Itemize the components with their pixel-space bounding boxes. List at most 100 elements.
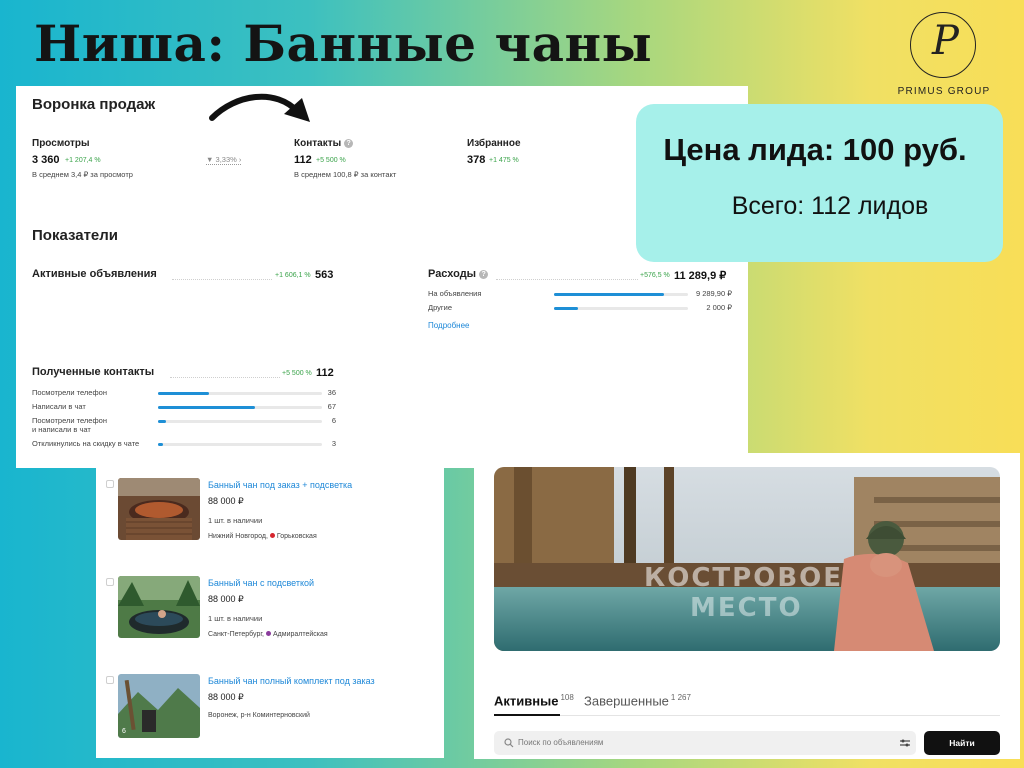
contact-bar-fill — [158, 406, 255, 409]
favorites-value: 378 — [467, 154, 486, 166]
contact-row-label: Написали в чат — [32, 402, 86, 411]
listing-photo[interactable] — [118, 478, 200, 540]
expense-bar — [554, 293, 688, 296]
contact-bar-fill — [158, 392, 209, 395]
views-label: Просмотры — [32, 138, 90, 149]
dotted-leader — [172, 279, 272, 280]
conversion-rate[interactable]: ▼ 3,33% › — [206, 155, 242, 165]
expense-row-value: 2 000 ₽ — [706, 303, 732, 312]
listing-stock: 1 шт. в наличии — [208, 516, 263, 525]
hero-photo: КОСТРОВОЕ МЕСТО — [494, 467, 1000, 651]
dotted-leader — [170, 377, 280, 378]
expense-bar-fill — [554, 293, 664, 296]
chevron-right-icon: › — [238, 155, 242, 164]
contacts-delta: +5 500 % — [316, 157, 346, 164]
listing-city: Воронеж, р-н Коминтерновский — [208, 712, 310, 719]
metro-icon — [269, 533, 275, 538]
search-icon — [504, 738, 514, 748]
primus-logo: P PRIMUS GROUP — [884, 8, 1004, 100]
received-contacts-label: Полученные контакты — [32, 366, 155, 378]
funnel-title: Воронка продаж — [32, 96, 156, 113]
expenses-label: Расходы? — [428, 268, 489, 280]
contact-bar-fill — [158, 420, 166, 423]
search-input[interactable]: Поиск по объявлениям — [494, 731, 916, 755]
contact-row-label: Посмотрели телефон — [32, 388, 107, 397]
listing-title[interactable]: Банный чан полный комплект под заказ — [208, 676, 375, 686]
search-button[interactable]: Найти — [924, 731, 1000, 755]
listings-panel: Банный чан под заказ + подсветка 88 000 … — [96, 466, 444, 758]
help-icon[interactable]: ? — [344, 139, 354, 148]
conversion-value: 3,33% — [215, 155, 237, 164]
tab-active-label: Активные — [494, 693, 559, 709]
listing-price: 88 000 ₽ — [208, 496, 244, 506]
lead-total: Всего: 112 лидов — [731, 192, 929, 220]
views-value: 3 360 — [32, 154, 60, 166]
contact-row-value: 67 — [327, 402, 336, 411]
listing-location: Нижний Новгород, Горьковская — [208, 533, 317, 540]
active-ads-delta: +1 606,1 % — [275, 272, 311, 279]
listing-title[interactable]: Банный чан под заказ + подсветка — [208, 480, 352, 490]
search-placeholder: Поиск по объявлениям — [518, 738, 604, 747]
tabs-divider — [494, 715, 1000, 716]
contact-row-label: Откликнулись на скидку в чате — [32, 439, 140, 448]
contacts-label-text: Контакты — [294, 138, 342, 149]
expense-row-label: На объявления — [428, 289, 482, 298]
received-contacts-value: 112 — [316, 367, 334, 379]
dotted-leader — [496, 279, 638, 280]
contact-row-label: Посмотрели телефон и написали в чат — [32, 416, 107, 434]
favorites-delta: +1 475 % — [489, 157, 519, 164]
listing-photo[interactable] — [118, 576, 200, 638]
contacts-sub: В среднем 100,8 ₽ за контакт — [294, 170, 397, 179]
expense-row-label: Другие — [428, 303, 453, 312]
listing-city: Нижний Новгород, — [208, 533, 268, 540]
contact-row-value: 6 — [331, 416, 336, 425]
tab-underline — [494, 714, 560, 716]
expenses-value: 11 289,9 ₽ — [674, 270, 727, 282]
metro-icon — [266, 631, 271, 636]
listing-location: Санкт-Петербург, Адмиралтейская — [208, 631, 328, 638]
received-contacts-delta: +5 500 % — [282, 370, 312, 377]
contacts-label: Контакты? — [294, 138, 354, 149]
lead-price-box: Цена лида: 100 руб. Всего: 112 лидов — [636, 104, 1003, 262]
page-title: Ниша: Банные чаны — [34, 14, 653, 73]
metrics-title: Показатели — [32, 227, 119, 244]
listing-photo[interactable]: 6 — [118, 674, 200, 738]
expenses-delta: +576,5 % — [640, 272, 670, 279]
listing-checkbox[interactable] — [106, 676, 114, 684]
contact-row-value: 36 — [327, 388, 336, 397]
logo-letter: P — [932, 18, 959, 64]
profile-panel: КОСТРОВОЕ МЕСТО Активные 108 Завершенные 1… — [474, 453, 1020, 759]
expense-bar — [554, 307, 688, 310]
contacts-value: 112 — [294, 154, 312, 166]
contact-row-value: 3 — [331, 439, 336, 448]
views-delta: +1 207,4 % — [65, 157, 101, 164]
photo-count: 6 — [122, 728, 126, 735]
tab-active[interactable]: Активные 108 — [494, 693, 574, 708]
logo-text: PRIMUS GROUP — [897, 86, 991, 97]
tab-finished[interactable]: Завершенные 1 267 — [584, 693, 691, 708]
listing-checkbox[interactable] — [106, 480, 114, 488]
expenses-label-text: Расходы — [428, 268, 477, 280]
tab-finished-label: Завершенные — [584, 693, 669, 709]
listing-title[interactable]: Банный чан с подсветкой — [208, 578, 314, 588]
listing-metro: Адмиралтейская — [273, 631, 328, 638]
hero-watermark: МЕСТО — [690, 593, 803, 623]
arrow-icon — [209, 93, 310, 122]
listing-price: 88 000 ₽ — [208, 692, 244, 702]
filter-icon: ▼ — [206, 155, 214, 164]
contact-bar-fill — [158, 443, 163, 446]
help-icon[interactable]: ? — [479, 270, 489, 279]
active-ads-label: Активные объявления — [32, 268, 157, 280]
listing-checkbox[interactable] — [106, 578, 114, 586]
listing-stock: 1 шт. в наличии — [208, 614, 263, 623]
tab-finished-count: 1 267 — [670, 693, 691, 702]
tab-active-count: 108 — [560, 693, 574, 702]
listing-metro: Горьковская — [276, 533, 317, 540]
expense-row-value: 9 289,90 ₽ — [695, 289, 732, 298]
hero-watermark: КОСТРОВОЕ — [644, 563, 844, 593]
more-link[interactable]: Подробнее — [428, 321, 470, 330]
favorites-label: Избранное — [467, 138, 521, 149]
listing-location: Воронеж, р-н Коминтерновский — [208, 712, 310, 719]
filter-icon[interactable] — [900, 739, 910, 747]
active-ads-value: 563 — [315, 269, 334, 281]
